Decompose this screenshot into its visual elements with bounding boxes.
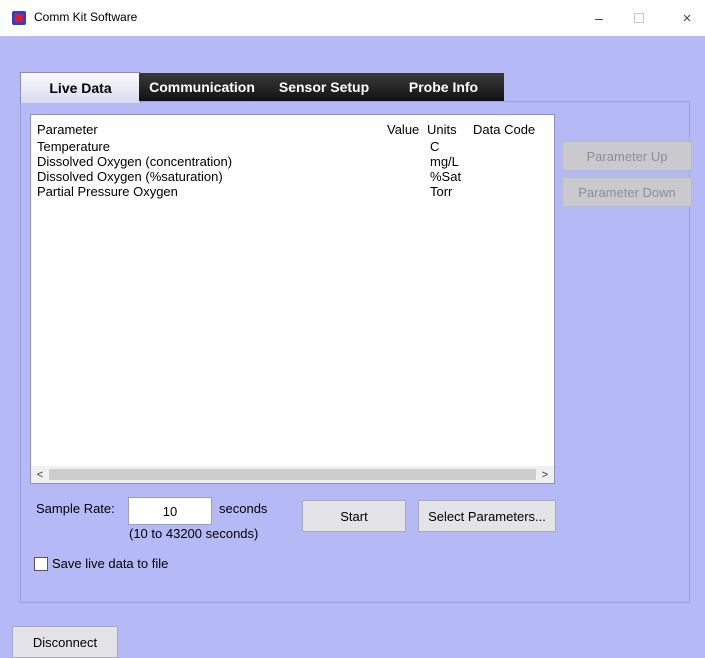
list-item[interactable]: Partial Pressure Oxygen Torr (37, 184, 547, 199)
parameter-units: %Sat (430, 169, 462, 184)
parameter-down-button[interactable]: Parameter Down (562, 177, 692, 207)
scroll-right-icon[interactable]: > (537, 467, 553, 482)
parameter-units: C (430, 139, 440, 154)
title-bar: Comm Kit Software – × (0, 0, 705, 36)
disconnect-button[interactable]: Disconnect (12, 626, 118, 658)
save-live-data-label[interactable]: Save live data to file (52, 556, 168, 571)
sample-rate-range-hint: (10 to 43200 seconds) (129, 526, 259, 541)
scrollbar-thumb[interactable] (49, 469, 536, 480)
tab-probe-info[interactable]: Probe Info (383, 73, 504, 101)
maximize-button[interactable] (616, 4, 662, 32)
start-button[interactable]: Start (302, 500, 406, 532)
close-button[interactable]: × (664, 4, 705, 32)
parameter-up-button[interactable]: Parameter Up (562, 141, 692, 171)
tab-live-data[interactable]: Live Data (20, 72, 141, 103)
tab-communication[interactable]: Communication (139, 73, 265, 101)
save-live-data-checkbox[interactable] (34, 557, 48, 571)
parameter-units: mg/L (430, 154, 459, 169)
sample-rate-unit: seconds (219, 501, 268, 516)
list-item[interactable]: Temperature C (37, 139, 547, 154)
parameter-list[interactable]: Parameter Value Units Data Code Temperat… (30, 114, 555, 484)
sample-rate-label: Sample Rate: (36, 501, 115, 516)
select-parameters-button[interactable]: Select Parameters... (418, 500, 556, 532)
tab-sensor-setup[interactable]: Sensor Setup (265, 73, 383, 101)
sample-rate-input[interactable]: 10 (128, 497, 212, 525)
window-title: Comm Kit Software (34, 10, 138, 24)
scroll-left-icon[interactable]: < (32, 467, 48, 482)
parameter-name: Dissolved Oxygen (%saturation) (37, 169, 223, 184)
parameter-units: Torr (430, 184, 453, 199)
column-header-parameter[interactable]: Parameter (37, 122, 98, 137)
maximize-icon (634, 13, 644, 23)
close-icon: × (682, 9, 692, 27)
minimize-icon: – (595, 10, 603, 26)
app-window: Comm Kit Software – × Live Data Communic… (0, 0, 705, 658)
column-header-data-code[interactable]: Data Code (473, 122, 535, 137)
horizontal-scrollbar[interactable]: < > (31, 466, 554, 483)
list-item[interactable]: Dissolved Oxygen (concentration) mg/L (37, 154, 547, 169)
column-header-value[interactable]: Value (387, 122, 419, 137)
list-header: Parameter Value Units Data Code (37, 122, 547, 138)
column-header-units[interactable]: Units (427, 122, 457, 137)
app-icon (12, 11, 26, 25)
parameter-name: Temperature (37, 139, 110, 154)
list-item[interactable]: Dissolved Oxygen (%saturation) %Sat (37, 169, 547, 184)
parameter-name: Partial Pressure Oxygen (37, 184, 178, 199)
parameter-name: Dissolved Oxygen (concentration) (37, 154, 233, 169)
